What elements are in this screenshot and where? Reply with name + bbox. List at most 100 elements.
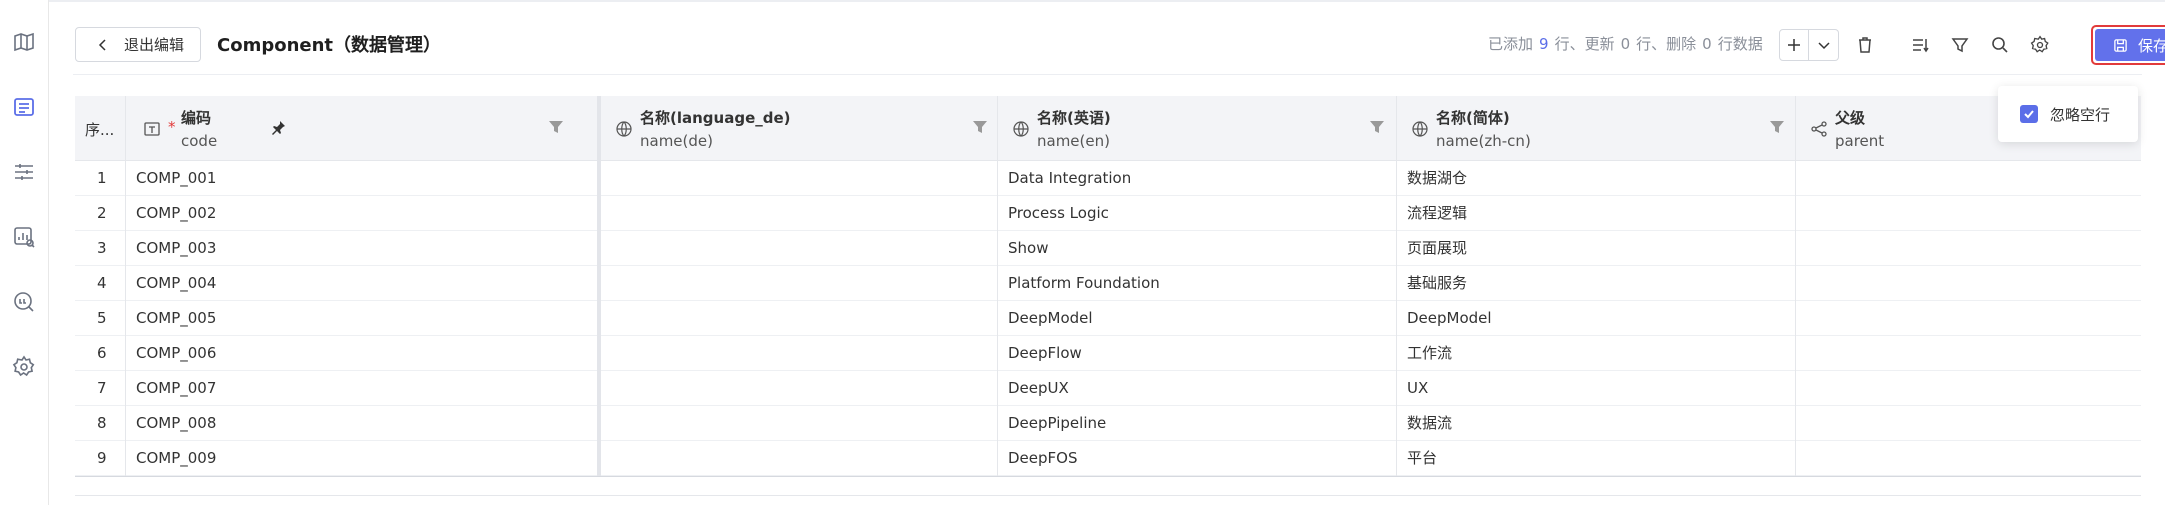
column-header-code[interactable]: * 编码 code (125, 96, 600, 161)
cell-code[interactable]: COMP_002 (136, 196, 216, 231)
filter-icon[interactable] (1368, 118, 1386, 136)
column-divider (125, 266, 126, 301)
cell-zh[interactable]: 数据流 (1407, 406, 1452, 441)
table-row[interactable]: 4 COMP_004 Platform Foundation 基础服务 (75, 266, 2141, 301)
column-divider (125, 301, 126, 336)
cell-seq: 3 (97, 239, 107, 257)
cell-en[interactable]: Data Integration (1008, 161, 1131, 196)
add-row-group (1779, 29, 1839, 61)
column-header-name-de[interactable]: 名称(language_de) name(de) (600, 96, 997, 161)
cell-zh[interactable]: 基础服务 (1407, 266, 1467, 301)
cell-en[interactable]: Process Logic (1008, 196, 1109, 231)
column-divider (125, 231, 126, 266)
filter-icon (1951, 38, 1969, 53)
delete-button[interactable] (1851, 31, 1879, 59)
gear-icon[interactable] (10, 353, 38, 381)
plus-icon (1788, 39, 1800, 51)
column-divider (1396, 336, 1397, 371)
column-divider (1795, 441, 1796, 476)
cell-en[interactable]: Platform Foundation (1008, 266, 1160, 301)
column-divider (997, 161, 998, 196)
cell-code[interactable]: COMP_009 (136, 441, 216, 476)
add-row-button[interactable] (1779, 29, 1809, 61)
filter-button[interactable] (1946, 31, 1974, 59)
filter-icon[interactable] (547, 118, 565, 136)
cell-en[interactable]: DeepUX (1008, 371, 1069, 406)
column-divider (1396, 96, 1397, 161)
cell-code[interactable]: COMP_006 (136, 336, 216, 371)
cell-seq: 5 (97, 309, 107, 327)
stat-updated-count: 0 (1620, 35, 1631, 53)
cell-seq: 6 (97, 344, 107, 362)
check-icon (2024, 110, 2034, 119)
column-divider (997, 441, 998, 476)
cell-code[interactable]: COMP_005 (136, 301, 216, 336)
table-row[interactable]: 6 COMP_006 DeepFlow 工作流 (75, 336, 2141, 371)
add-row-dropdown-button[interactable] (1809, 29, 1839, 61)
table-row[interactable]: 1 COMP_001 Data Integration 数据湖仓 (75, 161, 2141, 196)
stat-deleted-prefix: 行、删除 (1636, 35, 1697, 53)
trash-icon (1859, 37, 1871, 53)
save-icon (2114, 38, 2127, 52)
sliders-icon[interactable] (10, 158, 38, 186)
table-row[interactable]: 8 COMP_008 DeepPipeline 数据流 (75, 406, 2141, 441)
map-icon[interactable] (10, 28, 38, 56)
frozen-divider (597, 196, 601, 231)
globe-icon (1013, 121, 1029, 137)
column-header-name-zh[interactable]: 名称(简体) name(zh-cn) (1396, 96, 1795, 161)
column-divider (1795, 266, 1796, 301)
globe-icon (1412, 121, 1428, 137)
cell-zh[interactable]: 平台 (1407, 441, 1437, 476)
cell-code[interactable]: COMP_004 (136, 266, 216, 301)
cell-code[interactable]: COMP_008 (136, 406, 216, 441)
filter-icon[interactable] (971, 118, 989, 136)
table-row[interactable]: 5 COMP_005 DeepModel DeepModel (75, 301, 2141, 336)
table-row[interactable]: 3 COMP_003 Show 页面展现 (75, 231, 2141, 266)
column-divider (125, 371, 126, 406)
cell-zh[interactable]: DeepModel (1407, 301, 1492, 336)
cell-code[interactable]: COMP_007 (136, 371, 216, 406)
exit-edit-button[interactable]: 退出编辑 (75, 27, 201, 62)
cell-code[interactable]: COMP_003 (136, 231, 216, 266)
cell-en[interactable]: Show (1008, 231, 1048, 266)
settings-button[interactable] (2026, 31, 2054, 59)
data-table: 序... * 编码 code 名称(language_de) name(de) … (75, 96, 2141, 496)
cell-zh[interactable]: 页面展现 (1407, 231, 1467, 266)
column-divider (1795, 96, 1796, 161)
cell-en[interactable]: DeepModel (1008, 301, 1093, 336)
search-icon (1992, 37, 2008, 53)
cell-zh[interactable]: 工作流 (1407, 336, 1452, 371)
cell-zh[interactable]: 数据湖仓 (1407, 161, 1467, 196)
frozen-divider (597, 96, 601, 161)
ignore-empty-checkbox[interactable] (2020, 105, 2038, 123)
table-row[interactable]: 2 COMP_002 Process Logic 流程逻辑 (75, 196, 2141, 231)
stat-deleted-count: 0 (1702, 35, 1712, 53)
required-marker: * (168, 118, 176, 136)
column-divider (125, 196, 126, 231)
cell-en[interactable]: DeepFOS (1008, 441, 1078, 476)
column-divider (1795, 406, 1796, 441)
save-button[interactable]: 保存 (2095, 29, 2165, 61)
table-icon[interactable] (10, 93, 38, 121)
cell-zh[interactable]: UX (1407, 371, 1428, 406)
pin-icon[interactable] (270, 120, 286, 136)
frozen-divider (597, 371, 601, 406)
table-row[interactable]: 9 COMP_009 DeepFOS 平台 (75, 441, 2141, 476)
filter-icon[interactable] (1768, 118, 1786, 136)
search-button[interactable] (1986, 31, 2014, 59)
frozen-divider (597, 161, 601, 196)
chart-search-icon[interactable] (10, 223, 38, 251)
cell-zh[interactable]: 流程逻辑 (1407, 196, 1467, 231)
frozen-divider (597, 301, 601, 336)
column-header-name-en[interactable]: 名称(英语) name(en) (997, 96, 1396, 161)
cell-code[interactable]: COMP_001 (136, 161, 216, 196)
globe-icon (616, 121, 632, 137)
cell-en[interactable]: DeepPipeline (1008, 406, 1106, 441)
cell-en[interactable]: DeepFlow (1008, 336, 1082, 371)
column-divider (997, 371, 998, 406)
column-divider (1795, 371, 1796, 406)
sort-button[interactable] (1906, 31, 1934, 59)
table-row[interactable]: 7 COMP_007 DeepUX UX (75, 371, 2141, 406)
save-label: 保存 (2137, 36, 2165, 55)
query-icon[interactable] (10, 288, 38, 316)
